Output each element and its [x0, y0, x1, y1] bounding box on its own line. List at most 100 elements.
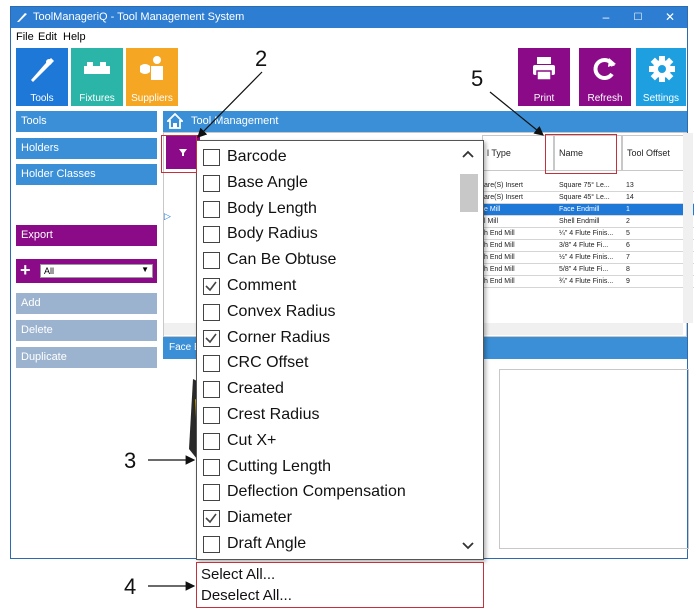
menu-help[interactable]: Help: [63, 31, 86, 43]
sidebar-item-holder-classes[interactable]: Holder Classes: [16, 164, 157, 185]
table-cell-offset[interactable]: 14: [624, 192, 682, 203]
table-cell-name[interactable]: Face Endmill: [557, 204, 622, 215]
table-cell-offset[interactable]: 9: [624, 276, 682, 287]
home-icon[interactable]: [167, 113, 183, 129]
table-cell-name[interactable]: ½" 4 Flute Finis...: [557, 252, 622, 263]
sidebar-item-holders[interactable]: Holders: [16, 138, 157, 159]
checkbox[interactable]: [203, 536, 220, 553]
column-header-tool-offset[interactable]: Tool Offset: [622, 135, 684, 171]
checkbox[interactable]: [203, 355, 220, 373]
checkbox-checked[interactable]: [203, 329, 220, 347]
refresh-icon: [593, 58, 616, 80]
table-cell-type[interactable]: l Mill: [482, 216, 552, 227]
checkbox[interactable]: [203, 458, 220, 476]
refresh-button[interactable]: Refresh: [579, 48, 631, 106]
table-cell-type[interactable]: h End Mill: [482, 252, 552, 263]
table-cell-type[interactable]: are(S) Insert: [482, 192, 552, 203]
minimize-button[interactable]: –: [591, 9, 621, 26]
table-cell-offset[interactable]: 1: [624, 204, 682, 215]
add-button[interactable]: Add: [16, 293, 157, 314]
select-actions-box: Select All... Deselect All...: [196, 562, 484, 608]
table-cell-offset[interactable]: 6: [624, 240, 682, 251]
checkbox[interactable]: [203, 200, 220, 218]
column-option-label: CRC Offset: [227, 354, 309, 372]
table-cell-type[interactable]: h End Mill: [482, 228, 552, 239]
table-cell-type[interactable]: h End Mill: [482, 264, 552, 275]
name-column-highlight-box: [545, 134, 617, 174]
settings-label: Settings: [642, 93, 680, 104]
tools-button[interactable]: Tools: [16, 48, 68, 106]
table-cell-offset[interactable]: 2: [624, 216, 682, 227]
checkbox[interactable]: [203, 407, 220, 424]
table-cell-offset[interactable]: 13: [624, 180, 682, 191]
section-title: Tool Management: [191, 115, 279, 127]
tools-label: Tools: [30, 93, 54, 104]
column-option-label: Comment: [227, 277, 297, 294]
column-option-label: Can Be Obtuse: [227, 251, 337, 269]
callout-4: 4: [124, 574, 137, 599]
settings-button[interactable]: Settings: [636, 48, 686, 106]
fixtures-button[interactable]: Fixtures: [71, 48, 123, 106]
table-cell-name[interactable]: 5/8" 4 Flute Fi...: [557, 264, 622, 275]
export-button[interactable]: Export: [16, 225, 157, 246]
table-cell-name[interactable]: Square 45° Le...: [557, 192, 622, 203]
checkbox[interactable]: [203, 432, 220, 450]
checkbox[interactable]: [203, 226, 220, 244]
sidebar-item-tools[interactable]: Tools: [16, 111, 157, 132]
scroll-down-icon[interactable]: [461, 541, 475, 551]
table-cell-offset[interactable]: 7: [624, 252, 682, 263]
comment-textarea[interactable]: [499, 369, 689, 549]
plus-icon[interactable]: +: [20, 260, 31, 281]
supplier-icon: [140, 56, 163, 80]
table-cell-name[interactable]: Square 75° Le...: [557, 180, 622, 191]
select-all-link[interactable]: Select All...: [201, 566, 275, 583]
table-cell-name[interactable]: Shell Endmill: [557, 216, 622, 227]
menu-file[interactable]: File: [16, 31, 34, 43]
close-button[interactable]: ✕: [655, 9, 685, 26]
table-cell-offset[interactable]: 5: [624, 228, 682, 239]
table-cell-offset[interactable]: 8: [624, 264, 682, 275]
column-option-label: Base Angle: [227, 173, 308, 191]
printer-icon: [533, 57, 555, 81]
scroll-up-icon[interactable]: [461, 149, 475, 159]
print-button[interactable]: Print: [518, 48, 570, 106]
table-cell-type[interactable]: are(S) Insert: [482, 180, 552, 191]
deselect-all-link[interactable]: Deselect All...: [201, 587, 292, 604]
column-option-label: Diameter: [227, 509, 292, 527]
checkbox[interactable]: [203, 174, 220, 192]
table-cell-name[interactable]: ¾" 4 Flute Finis...: [557, 276, 622, 287]
checkbox[interactable]: [203, 303, 220, 321]
table-cell-type[interactable]: h End Mill: [482, 276, 552, 287]
checkbox-checked[interactable]: [203, 278, 220, 295]
fixtures-label: Fixtures: [79, 93, 115, 104]
menu-edit[interactable]: Edit: [38, 31, 57, 43]
callout-3: 3: [124, 448, 137, 473]
current-row-indicator-icon: ▷: [164, 211, 171, 221]
category-select[interactable]: All ▼: [40, 264, 153, 278]
delete-button[interactable]: Delete: [16, 320, 157, 341]
print-label: Print: [533, 93, 555, 104]
row-divider: [482, 287, 694, 288]
table-cell-name[interactable]: ¼" 4 Flute Finis...: [557, 228, 622, 239]
column-header-type[interactable]: l Type: [482, 135, 554, 171]
maximize-button[interactable]: ☐: [623, 9, 653, 26]
table-cell-type[interactable]: h End Mill: [482, 240, 552, 251]
duplicate-button[interactable]: Duplicate: [16, 347, 157, 368]
checkbox-checked[interactable]: [203, 510, 220, 528]
checkbox[interactable]: [203, 484, 220, 502]
grid-vertical-scrollbar[interactable]: [683, 133, 693, 323]
app-logo-icon: [17, 13, 27, 22]
column-option-label: Crest Radius: [227, 406, 320, 423]
popup-scroll-thumb[interactable]: [460, 174, 478, 212]
checkmark-icon: [205, 281, 217, 292]
column-option-label: Body Radius: [227, 225, 318, 243]
checkbox[interactable]: [203, 381, 220, 399]
fixture-icon: [84, 62, 110, 74]
table-cell-name[interactable]: 3/8" 4 Flute Fi...: [557, 240, 622, 251]
checkmark-icon: [205, 513, 217, 524]
table-cell-type[interactable]: e Mill: [482, 204, 552, 215]
checkbox[interactable]: [203, 252, 220, 270]
column-option-label: Barcode: [227, 148, 287, 165]
suppliers-button[interactable]: Suppliers: [126, 48, 178, 106]
checkbox[interactable]: [203, 149, 220, 166]
